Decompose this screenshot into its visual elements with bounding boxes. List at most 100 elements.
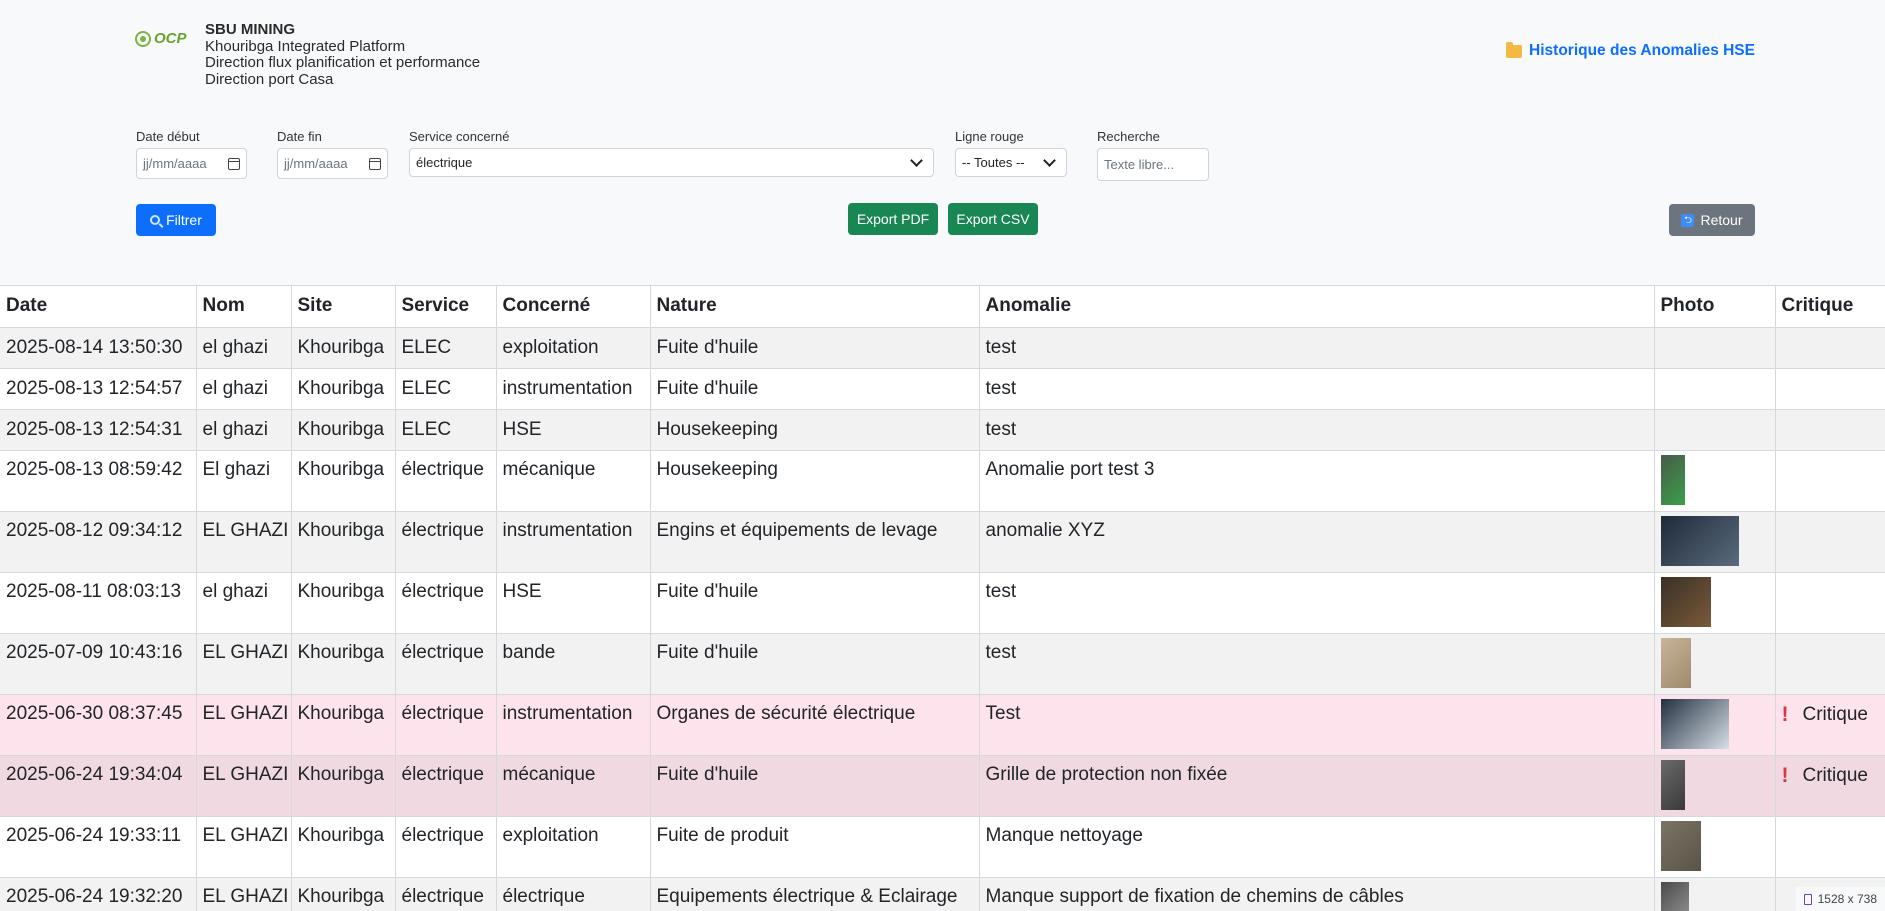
chevron-down-icon	[1043, 153, 1056, 167]
cell-anomalie: test	[979, 633, 1655, 695]
cell-photo	[1654, 633, 1776, 695]
table-row[interactable]: 2025-06-30 08:37:45 EL GHAZI Khouribga élec…	[0, 694, 1885, 756]
cell-nature: Engins et équipements de levage	[650, 511, 980, 573]
ocp-logo: OCP	[135, 30, 187, 47]
cell-nature: Housekeeping	[650, 409, 980, 451]
brand-line-1: Khouribga Integrated Platform	[205, 37, 406, 55]
cell-anomalie: Manque nettoyage	[979, 816, 1655, 878]
cell-concerne: HSE	[496, 409, 651, 451]
table-row[interactable]: 2025-08-13 12:54:31 el ghazi Khouribga ELEC…	[0, 409, 1885, 451]
header-nom[interactable]: Nom	[196, 286, 292, 328]
calendar-icon[interactable]	[228, 157, 240, 170]
date-fin-input[interactable]: jj/mm/aaaa	[277, 148, 388, 179]
cell-photo	[1654, 327, 1776, 369]
header-nature[interactable]: Nature	[650, 286, 980, 328]
filter-button[interactable]: Filtrer	[136, 204, 216, 236]
cell-nom: EL GHAZI	[196, 694, 292, 756]
cell-service: ELEC	[395, 327, 497, 369]
brand-text: SBU MINING Khouribga Integrated Platform…	[205, 21, 605, 88]
table-row[interactable]: 2025-06-24 19:33:11 EL GHAZI Khouribga élec…	[0, 816, 1885, 878]
viewport-size-text: 1528 x 738	[1817, 892, 1877, 906]
cell-anomalie: Grille de protection non fixée	[979, 755, 1655, 817]
service-select-value: électrique	[416, 155, 473, 170]
header-service[interactable]: Service	[395, 286, 497, 328]
viewport-size-badge: 1528 x 738	[1795, 887, 1885, 911]
recherche-field: Recherche Texte libre...	[1097, 129, 1209, 181]
table-row[interactable]: 2025-07-09 10:43:16 EL GHAZI Khouribga élec…	[0, 633, 1885, 695]
cell-nature: Fuite d'huile	[650, 572, 980, 634]
header-anomalie[interactable]: Anomalie	[979, 286, 1655, 328]
export-pdf-button[interactable]: Export PDF	[848, 203, 938, 235]
back-button[interactable]: ⮌ Retour	[1669, 204, 1755, 236]
table-row[interactable]: 2025-06-24 19:32:20 EL GHAZI Khouribga élec…	[0, 877, 1885, 911]
recherche-label: Recherche	[1097, 129, 1160, 144]
cell-service: électrique	[395, 633, 497, 695]
cell-nom: EL GHAZI	[196, 511, 292, 573]
photo-thumbnail[interactable]	[1660, 820, 1701, 871]
service-select[interactable]: électrique	[409, 148, 934, 177]
photo-thumbnail[interactable]	[1660, 881, 1689, 911]
cell-service: électrique	[395, 450, 497, 512]
cell-anomalie: anomalie XYZ	[979, 511, 1655, 573]
cell-concerne: électrique	[496, 877, 651, 911]
table-row[interactable]: 2025-08-12 09:34:12 EL GHAZI Khouribga élec…	[0, 511, 1885, 573]
service-field: Service concerné électrique	[409, 129, 934, 177]
ligne-rouge-field: Ligne rouge -- Toutes --	[955, 129, 1067, 177]
cell-anomalie: Manque support de fixation de chemins de…	[979, 877, 1655, 911]
recherche-input[interactable]: Texte libre...	[1097, 148, 1209, 181]
photo-thumbnail[interactable]	[1660, 698, 1729, 749]
recherche-placeholder: Texte libre...	[1104, 157, 1175, 172]
ligne-rouge-select[interactable]: -- Toutes --	[955, 148, 1067, 177]
table-row[interactable]: 2025-08-13 08:59:42 El ghazi Khouribga élec…	[0, 450, 1885, 512]
org-name: SBU MINING	[205, 21, 295, 38]
critique-badge: ! Critique	[1782, 764, 1879, 788]
photo-thumbnail[interactable]	[1660, 454, 1685, 505]
ligne-rouge-label: Ligne rouge	[955, 129, 1024, 144]
cell-critique: ! Critique	[1775, 755, 1885, 817]
header-site[interactable]: Site	[291, 286, 396, 328]
cell-photo	[1654, 816, 1776, 878]
date-debut-field: Date début jj/mm/aaaa	[136, 129, 247, 179]
photo-thumbnail[interactable]	[1660, 515, 1739, 566]
cell-concerne: instrumentation	[496, 368, 651, 410]
cell-site: Khouribga	[291, 450, 396, 512]
header-photo[interactable]: Photo	[1654, 286, 1776, 328]
table-row[interactable]: 2025-06-24 19:34:04 EL GHAZI Khouribga élec…	[0, 755, 1885, 817]
history-link[interactable]: Historique des Anomalies HSE	[1506, 41, 1755, 60]
cell-nature: Fuite d'huile	[650, 327, 980, 369]
cell-site: Khouribga	[291, 633, 396, 695]
export-csv-button[interactable]: Export CSV	[948, 203, 1038, 235]
exclamation-icon: !	[1781, 702, 1789, 726]
cell-nature: Fuite d'huile	[650, 368, 980, 410]
cell-site: Khouribga	[291, 755, 396, 817]
header-critique[interactable]: Critique	[1775, 286, 1885, 328]
cell-anomalie: test	[979, 572, 1655, 634]
date-debut-input[interactable]: jj/mm/aaaa	[136, 148, 247, 179]
cell-site: Khouribga	[291, 877, 396, 911]
cell-critique	[1775, 368, 1885, 410]
filter-button-label: Filtrer	[166, 212, 202, 228]
cell-photo	[1654, 755, 1776, 817]
table-row[interactable]: 2025-08-11 08:03:13 el ghazi Khouribga élec…	[0, 572, 1885, 634]
table-row[interactable]: 2025-08-13 12:54:57 el ghazi Khouribga ELEC…	[0, 368, 1885, 410]
photo-thumbnail[interactable]	[1660, 759, 1685, 810]
critique-label: Critique	[1802, 764, 1868, 786]
folder-icon	[1506, 41, 1523, 58]
photo-thumbnail[interactable]	[1660, 637, 1691, 688]
cell-critique	[1775, 327, 1885, 369]
header-date[interactable]: Date	[0, 286, 197, 328]
table-row[interactable]: 2025-08-14 13:50:30 el ghazi Khouribga ELEC…	[0, 327, 1885, 369]
cell-date: 2025-08-11 08:03:13	[0, 572, 197, 634]
cell-nom: el ghazi	[196, 409, 292, 451]
brand-line-2: Direction flux planification et performa…	[205, 54, 481, 71]
calendar-icon[interactable]	[369, 157, 381, 170]
cell-service: électrique	[395, 755, 497, 817]
cell-nom: EL GHAZI	[196, 816, 292, 878]
cell-date: 2025-08-13 08:59:42	[0, 450, 197, 512]
header-concerne[interactable]: Concerné	[496, 286, 651, 328]
ligne-rouge-select-value: -- Toutes --	[962, 155, 1025, 170]
cell-nom: EL GHAZI	[196, 755, 292, 817]
cell-site: Khouribga	[291, 694, 396, 756]
photo-thumbnail[interactable]	[1660, 576, 1711, 627]
history-link-label: Historique des Anomalies HSE	[1529, 42, 1755, 59]
